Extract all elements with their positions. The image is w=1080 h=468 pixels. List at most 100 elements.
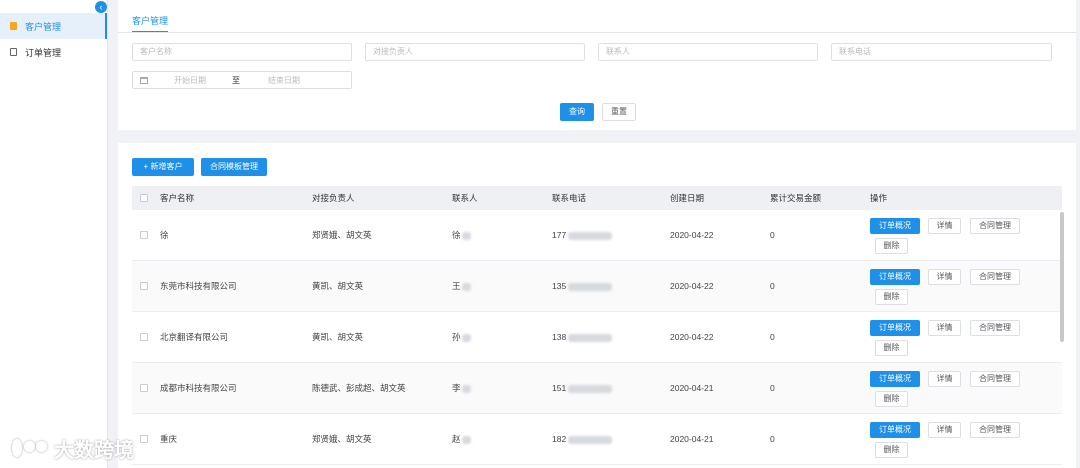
row-checkbox[interactable] [140, 435, 148, 443]
end-date-input[interactable]: 结束日期 [268, 75, 300, 86]
delete-button[interactable]: 删除 [875, 289, 908, 305]
table-row: 重庆 郑贤娥、胡文英 赵 182 2020-04-21 0 订单概况 详情 合同管理删除 [132, 414, 1062, 465]
cell-phone: 151 [552, 383, 670, 393]
cell-phone: 135 [552, 281, 670, 291]
row-checkbox[interactable] [140, 282, 148, 290]
customer-name-input[interactable]: 客户名称 [132, 43, 352, 61]
detail-button[interactable]: 详情 [928, 269, 961, 285]
cell-amount: 0 [770, 434, 775, 444]
cell-owner: 郑贤娥、胡文英 [312, 230, 372, 240]
table-body: 徐郑贤娥、胡文英徐 177 2020-04-22 0 订单概况 详情 合同管理 删除 东莞市科技… [132, 210, 1062, 465]
cell-customer-name: 东莞市科技有限公司 [160, 281, 237, 291]
detail-button[interactable]: 详情 [928, 218, 961, 234]
row-checkbox[interactable] [140, 333, 148, 341]
tab-divider [118, 32, 1076, 33]
scrollbar[interactable] [1060, 212, 1064, 342]
cell-date: 2020-04-21 [670, 383, 714, 393]
cell-owner: 黄凯、胡文英 [312, 332, 364, 342]
select-all-checkbox[interactable] [140, 194, 148, 202]
phone-input[interactable]: 联系电话 [831, 43, 1052, 61]
delete-button[interactable]: 删除 [875, 442, 908, 458]
cell-contact: 王 [452, 280, 552, 292]
detail-button[interactable]: 详情 [928, 371, 961, 387]
table-row: 成都市科技有限公司 陈德武、彭成超、胡文英 李 151 2020-04-21 0 订单概况详… [132, 363, 1062, 414]
collapse-sidebar-icon[interactable]: ‹ [95, 1, 107, 13]
contract-manage-button[interactable]: 合同管理 [970, 422, 1020, 438]
cell-owner: 陈德武、彭成超、胡文英 [312, 383, 406, 393]
contract-manage-button[interactable]: 合同管理 [970, 320, 1020, 336]
start-date-input[interactable]: 开始日期 [174, 75, 206, 86]
search-panel: 客户管理 客户名称 对接负责人 联系人 联系电话 开始日期 至 结束日期 查询 … [118, 0, 1076, 130]
cell-phone: 182 [552, 434, 670, 444]
cell-date: 2020-04-22 [670, 281, 714, 291]
cell-date: 2020-04-22 [670, 332, 714, 342]
header-phone: 联系电话 [552, 193, 587, 203]
header-ops: 操作 [870, 193, 888, 203]
cell-phone: 138 [552, 332, 670, 342]
delete-button[interactable]: 删除 [875, 238, 908, 254]
document-icon [10, 48, 17, 56]
date-range-separator: 至 [232, 75, 240, 85]
cell-date: 2020-04-22 [670, 230, 714, 240]
sidebar-item-customers[interactable]: 客户管理 [0, 13, 107, 39]
sidebar-item-label: 客户管理 [25, 21, 62, 32]
header-customer-name: 客户名称 [160, 193, 195, 203]
cell-phone: 177 [552, 230, 670, 240]
row-checkbox[interactable] [140, 231, 148, 239]
order-overview-button[interactable]: 订单概况 [870, 320, 920, 336]
add-customer-button[interactable]: + 新增客户 [132, 158, 194, 176]
tab-customers[interactable]: 客户管理 [132, 14, 169, 33]
cell-ops: 订单概况 详情 合同管理删除 [870, 414, 1062, 464]
cell-owner: 郑贤娥、胡文英 [312, 434, 372, 444]
cell-contact: 李 [452, 382, 552, 394]
detail-button[interactable]: 详情 [928, 422, 961, 438]
row-checkbox[interactable] [140, 384, 148, 392]
customer-table: 客户名称 对接负责人 联系人 联系电话 创建日期 累计交易金额 操作 徐郑贤娥、… [132, 186, 1062, 465]
detail-button[interactable]: 详情 [928, 320, 961, 336]
watermark: 大数跨境 [10, 434, 134, 463]
delete-button[interactable]: 删除 [875, 391, 908, 407]
header-date: 创建日期 [670, 193, 705, 203]
contract-manage-button[interactable]: 合同管理 [970, 371, 1020, 387]
watermark-logo [10, 437, 50, 461]
cell-contact: 赵 [452, 433, 552, 445]
cell-ops: 订单概况 详情 合同管理删除 [870, 312, 1062, 362]
order-overview-button[interactable]: 订单概况 [870, 269, 920, 285]
cell-amount: 0 [770, 383, 775, 393]
cell-owner: 黄凯、胡文英 [312, 281, 364, 291]
cell-customer-name: 北京翻译有限公司 [160, 332, 229, 342]
cell-ops: 订单概况 详情 合同管理删除 [870, 261, 1062, 311]
cell-contact: 徐 [452, 229, 552, 241]
contract-template-button[interactable]: 合同模板管理 [201, 158, 267, 176]
owner-input[interactable]: 对接负责人 [365, 43, 585, 61]
query-button[interactable]: 查询 [560, 103, 594, 121]
cell-ops: 订单概况 详情 合同管理删除 [870, 363, 1062, 413]
date-range-picker[interactable]: 开始日期 至 结束日期 [132, 71, 352, 89]
delete-button[interactable]: 删除 [875, 340, 908, 356]
header-contact: 联系人 [452, 193, 478, 203]
cell-customer-name: 重庆 [160, 434, 178, 444]
header-amount: 累计交易金额 [770, 193, 822, 203]
contract-manage-button[interactable]: 合同管理 [970, 269, 1020, 285]
cell-date: 2020-04-21 [670, 434, 714, 444]
calendar-icon [140, 76, 148, 84]
table-row: 徐郑贤娥、胡文英徐 177 2020-04-22 0 订单概况 详情 合同管理 删除 [132, 210, 1062, 261]
cell-amount: 0 [770, 230, 775, 240]
cell-amount: 0 [770, 332, 775, 342]
cell-customer-name: 成都市科技有限公司 [160, 383, 237, 393]
sidebar-item-label: 订单管理 [25, 47, 62, 58]
contract-manage-button[interactable]: 合同管理 [970, 218, 1020, 234]
cell-amount: 0 [770, 281, 775, 291]
contact-input[interactable]: 联系人 [598, 43, 818, 61]
cell-customer-name: 徐 [160, 230, 169, 240]
order-overview-button[interactable]: 订单概况 [870, 371, 920, 387]
table-row: 北京翻译有限公司 黄凯、胡文英 孙 138 2020-04-22 0 订单概况 详情 合同管理删… [132, 312, 1062, 363]
sidebar-item-orders[interactable]: 订单管理 [0, 39, 107, 65]
cell-contact: 孙 [452, 331, 552, 343]
reset-button[interactable]: 重置 [602, 103, 636, 121]
order-overview-button[interactable]: 订单概况 [870, 422, 920, 438]
customer-icon [10, 22, 17, 30]
header-owner: 对接负责人 [312, 193, 355, 203]
order-overview-button[interactable]: 订单概况 [870, 218, 920, 234]
cell-ops: 订单概况 详情 合同管理删除 [870, 210, 1062, 260]
